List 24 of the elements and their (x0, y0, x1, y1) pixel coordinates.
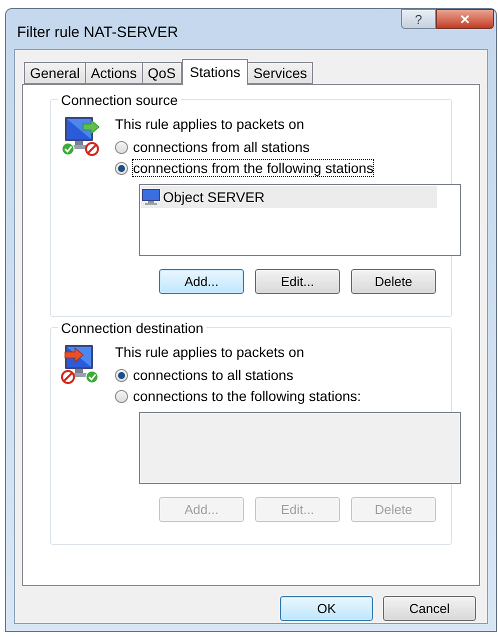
tab[interactable]: Actions (84, 62, 143, 84)
radio-button[interactable] (115, 140, 128, 154)
help-button[interactable]: ? (401, 9, 436, 29)
dialog-button[interactable]: OK (280, 596, 373, 621)
tab[interactable]: Services (247, 62, 314, 84)
dialog-button[interactable]: Cancel (383, 596, 476, 621)
radio-label[interactable]: connections from the following stations (133, 160, 374, 176)
tab[interactable]: QoS (142, 62, 182, 84)
radio-label[interactable]: connections to the following stations: (133, 388, 362, 404)
dialog-button[interactable]: Delete (351, 269, 436, 294)
tab[interactable]: Stations (182, 59, 248, 85)
dialog-button[interactable]: Edit... (255, 269, 340, 294)
prompt-text: This rule applies to packets on (115, 343, 306, 362)
list-item[interactable]: Object SERVER (141, 186, 437, 208)
dialog-button[interactable]: Add... (159, 269, 244, 294)
list-item-label: Object SERVER (163, 188, 265, 207)
radio-button[interactable] (115, 390, 128, 402)
radio-label[interactable]: connections from all stations (133, 139, 310, 155)
radio-button[interactable] (115, 368, 128, 382)
radio-label[interactable]: connections to all stations (133, 367, 294, 383)
prompt-text: This rule applies to packets on (115, 115, 306, 134)
window-title: Filter rule NAT-SERVER (17, 23, 178, 43)
radio-button[interactable] (115, 162, 128, 174)
tab[interactable]: General (24, 62, 86, 84)
